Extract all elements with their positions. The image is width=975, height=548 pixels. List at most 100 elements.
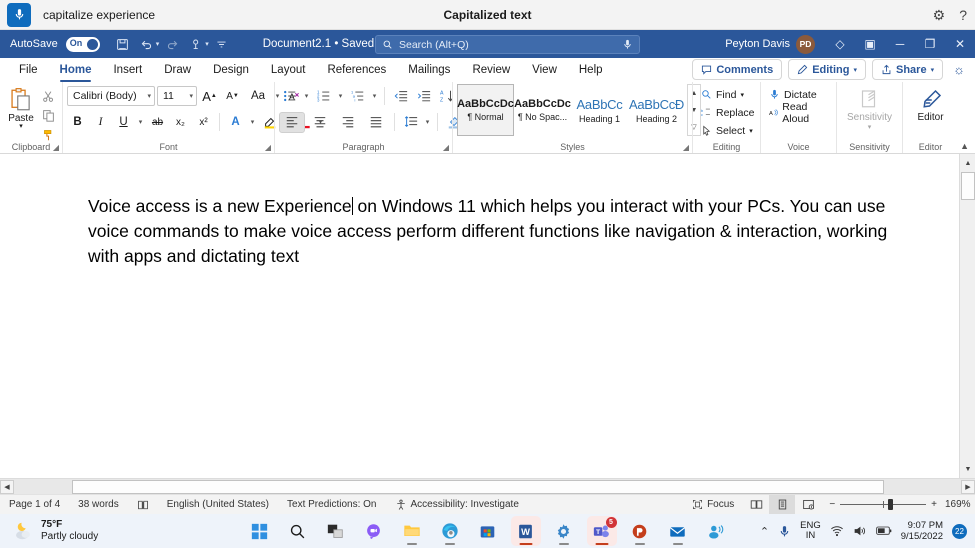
print-layout-button[interactable] xyxy=(769,494,796,515)
multilevel-chevron-down-icon[interactable]: ▾ xyxy=(370,92,379,100)
align-right-button[interactable] xyxy=(335,112,361,133)
status-word-count[interactable]: 38 words xyxy=(69,495,128,515)
change-case-button[interactable]: Aa xyxy=(245,86,271,107)
proofing-icon[interactable] xyxy=(128,495,158,515)
customize-quick-access-button[interactable] xyxy=(211,33,233,55)
horizontal-scroll-track[interactable] xyxy=(14,479,961,494)
zoom-slider[interactable] xyxy=(840,499,927,510)
paragraph-dialog-launcher-icon[interactable]: ◢ xyxy=(443,143,449,152)
horizontal-scroll-thumb[interactable] xyxy=(72,479,884,494)
notification-center-button[interactable]: 22 xyxy=(952,523,967,539)
sensitivity-chevron-down-icon[interactable]: ▾ xyxy=(868,123,872,131)
grow-font-button[interactable]: A ▲ xyxy=(199,86,220,107)
tray-microphone-icon[interactable] xyxy=(778,525,791,538)
style-heading-1[interactable]: AaBbCс Heading 1 xyxy=(571,84,628,136)
align-left-button[interactable] xyxy=(279,111,305,133)
touch-mode-button[interactable] xyxy=(185,33,207,55)
scroll-left-icon[interactable]: ◀ xyxy=(0,479,14,494)
cut-button[interactable] xyxy=(38,87,58,105)
word-button[interactable]: W xyxy=(510,516,541,546)
tab-file[interactable]: File xyxy=(8,58,49,82)
bullets-chevron-down-icon[interactable]: ▾ xyxy=(302,92,311,100)
multilevel-list-button[interactable]: 1ai xyxy=(347,86,368,107)
tray-chevron-up-icon[interactable]: ⌃ xyxy=(760,525,769,538)
line-spacing-chevron-down-icon[interactable]: ▾ xyxy=(423,118,432,126)
read-aloud-button[interactable]: A Read Aloud xyxy=(765,101,832,125)
web-layout-button[interactable] xyxy=(795,495,821,515)
search-button[interactable] xyxy=(283,516,313,546)
status-language[interactable]: English (United States) xyxy=(158,495,278,515)
voice-access-mic-icon[interactable] xyxy=(7,2,31,27)
touch-mode-chevron-down-icon[interactable]: ▾ xyxy=(205,40,209,48)
gear-icon[interactable]: ⚙ xyxy=(933,8,946,22)
file-explorer-button[interactable] xyxy=(397,516,427,546)
document-page[interactable]: Voice access is a new Experience on Wind… xyxy=(0,154,959,478)
style-no-spacing[interactable]: AaBbCcDc ¶ No Spac... xyxy=(514,84,571,136)
tab-references[interactable]: References xyxy=(316,58,397,82)
replace-button[interactable]: bc Replace xyxy=(697,104,759,121)
select-button[interactable]: Select ▾ xyxy=(697,122,759,139)
horizontal-scrollbar[interactable]: ◀ ▶ xyxy=(0,478,975,494)
increase-indent-button[interactable] xyxy=(413,86,434,107)
document-name[interactable]: Document2.1 • Saved ▾ xyxy=(263,38,383,50)
restore-button[interactable]: ❐ xyxy=(915,30,945,58)
battery-icon[interactable] xyxy=(875,525,892,537)
language-indicator[interactable]: ENG IN xyxy=(800,521,821,541)
search-input-placeholder[interactable]: Search (Alt+Q) xyxy=(399,39,616,51)
redo-button[interactable] xyxy=(161,33,183,55)
line-spacing-button[interactable] xyxy=(400,112,421,133)
zoom-level-label[interactable]: 169% xyxy=(945,499,975,510)
text-effects-chevron-down-icon[interactable]: ▾ xyxy=(248,118,257,126)
taskbar-clock[interactable]: 9:07 PM 9/15/2022 xyxy=(901,520,943,542)
tab-insert[interactable]: Insert xyxy=(102,58,153,82)
autosave-toggle[interactable]: On xyxy=(65,36,100,52)
font-name-combo[interactable]: Calibri (Body) ▾ xyxy=(67,86,155,106)
focus-button[interactable]: Focus xyxy=(683,495,743,515)
font-size-chevron-down-icon[interactable]: ▾ xyxy=(183,92,193,100)
bullet-list-button[interactable] xyxy=(279,86,300,107)
italic-button[interactable]: I xyxy=(90,112,111,133)
status-accessibility[interactable]: Accessibility: Investigate xyxy=(386,495,528,515)
zoom-in-button[interactable]: + xyxy=(931,499,937,510)
start-button[interactable] xyxy=(245,516,275,546)
close-button[interactable]: ✕ xyxy=(945,30,975,58)
teams-button[interactable]: T 5 xyxy=(586,516,617,546)
scroll-down-icon[interactable]: ▼ xyxy=(961,462,975,476)
subscript-button[interactable]: x₂ xyxy=(170,112,191,133)
align-center-button[interactable] xyxy=(307,112,333,133)
font-name-chevron-down-icon[interactable]: ▾ xyxy=(141,92,151,100)
mail-button[interactable] xyxy=(663,516,693,546)
undo-dropdown-chevron-down-icon[interactable]: ▾ xyxy=(156,40,160,48)
editing-chevron-down-icon[interactable]: ▾ xyxy=(853,66,857,74)
diamond-icon[interactable]: ◇ xyxy=(825,30,855,58)
minimize-button[interactable]: ─ xyxy=(885,30,915,58)
font-size-combo[interactable]: 11 ▾ xyxy=(157,86,197,106)
underline-chevron-down-icon[interactable]: ▾ xyxy=(136,118,145,126)
paste-button[interactable]: Paste ▾ xyxy=(4,84,38,130)
avatar[interactable]: PD xyxy=(796,34,815,54)
clipboard-dialog-launcher-icon[interactable]: ◢ xyxy=(53,143,59,152)
share-chevron-down-icon[interactable]: ▾ xyxy=(931,66,935,74)
tab-design[interactable]: Design xyxy=(202,58,260,82)
powerpoint-button[interactable] xyxy=(625,516,655,546)
comments-button[interactable]: Comments xyxy=(692,59,783,80)
font-dialog-launcher-icon[interactable]: ◢ xyxy=(265,143,271,152)
text-effects-button[interactable]: A xyxy=(225,112,246,133)
vertical-scroll-thumb[interactable] xyxy=(961,172,975,200)
help-icon[interactable]: ? xyxy=(959,8,967,22)
numbered-list-button[interactable]: 123 xyxy=(313,86,334,107)
tab-help[interactable]: Help xyxy=(568,58,614,82)
strikethrough-button[interactable]: ab xyxy=(147,112,168,133)
share-button[interactable]: Share ▾ xyxy=(871,59,944,80)
settings-button[interactable] xyxy=(549,516,579,546)
copy-button[interactable] xyxy=(38,106,58,124)
superscript-button[interactable]: x² xyxy=(193,112,214,133)
editing-button[interactable]: Editing ▾ xyxy=(788,59,866,80)
present-icon[interactable]: ☼ xyxy=(949,62,969,77)
find-button[interactable]: Find ▾ xyxy=(697,86,759,103)
scroll-right-icon[interactable]: ▶ xyxy=(961,479,975,494)
zoom-slider-thumb[interactable] xyxy=(888,499,894,510)
user-account[interactable]: Peyton Davis PD xyxy=(725,34,815,54)
edge-button[interactable] xyxy=(435,516,465,546)
bold-button[interactable]: B xyxy=(67,112,88,133)
